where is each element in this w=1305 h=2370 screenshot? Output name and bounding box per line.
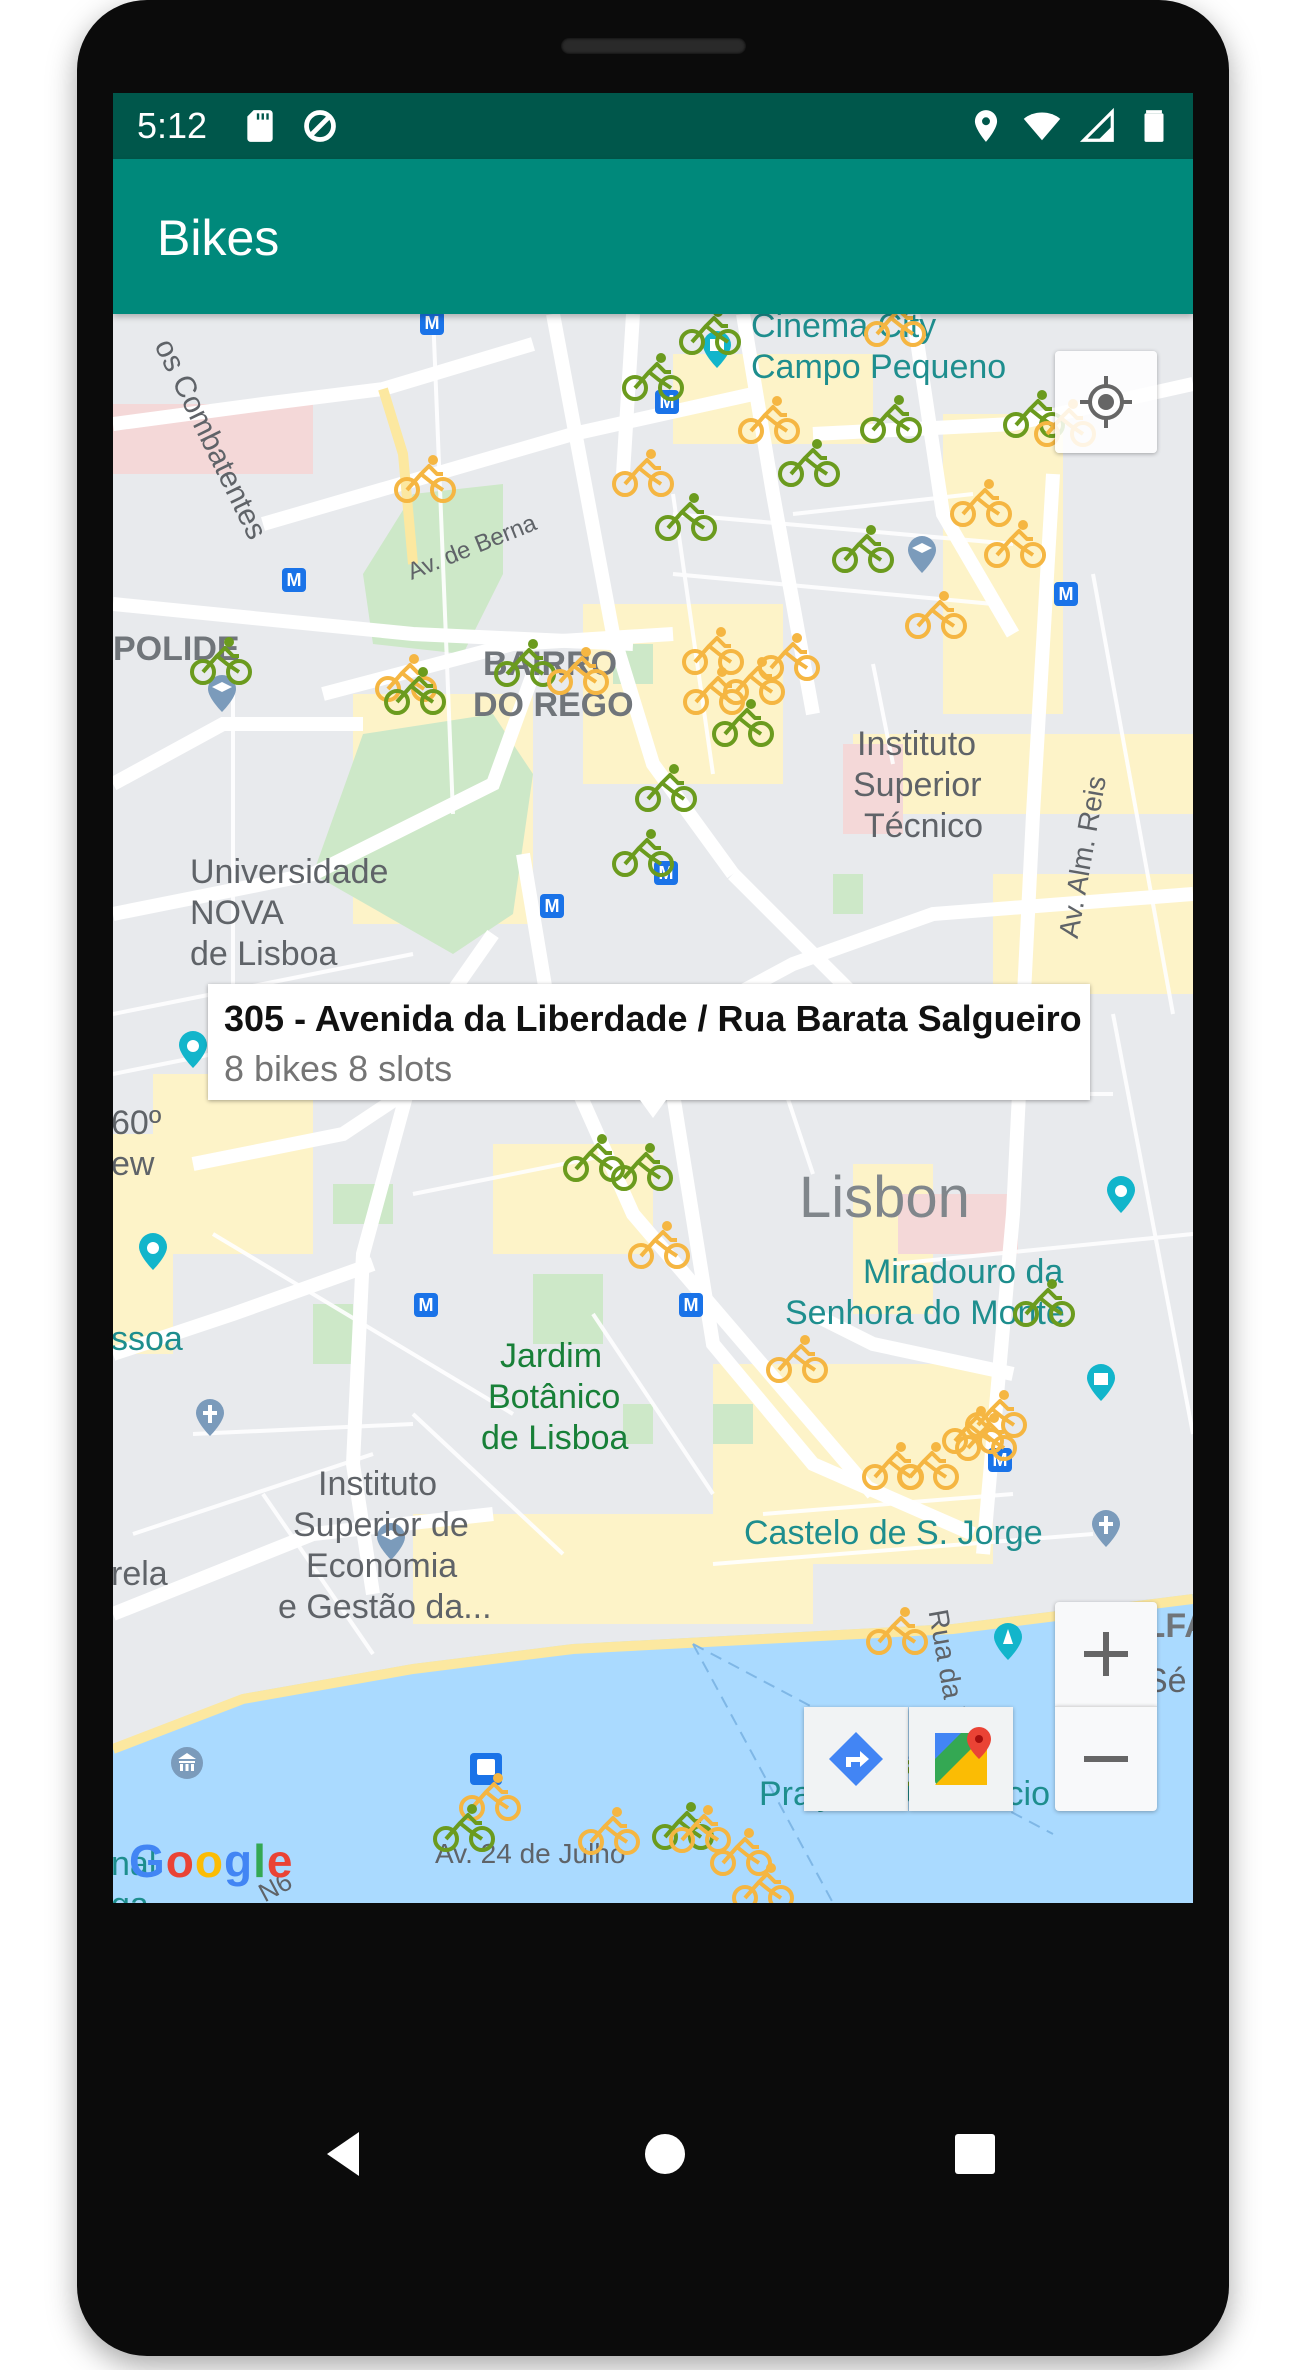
station-info-window[interactable]: 305 - Avenida da Liberdade / Rua Barata … xyxy=(208,984,1090,1100)
bike-station-marker[interactable] xyxy=(678,314,742,356)
camera-poi-icon xyxy=(179,1031,207,1068)
map-label-nova: Universidade xyxy=(190,853,389,891)
bike-station-marker[interactable] xyxy=(577,1804,641,1856)
map-label-iseg: Economia xyxy=(306,1547,458,1585)
bike-station-marker[interactable] xyxy=(393,452,457,504)
bike-station-marker[interactable] xyxy=(627,1218,691,1270)
phone-frame: 5:12 Bikes M M M M M M M M M os Combaten… xyxy=(77,0,1229,2356)
zoom-in-button[interactable] xyxy=(1055,1602,1157,1706)
battery-icon xyxy=(1144,110,1164,142)
map-label-campo: Campo Pequeno xyxy=(751,348,1007,386)
bike-station-marker[interactable] xyxy=(621,350,685,402)
map-label-partial: rela xyxy=(113,1555,168,1593)
bike-station-marker[interactable] xyxy=(831,522,895,574)
museum-poi-icon xyxy=(171,1747,203,1779)
back-icon[interactable] xyxy=(313,2124,373,2184)
bike-station-marker[interactable] xyxy=(859,392,923,444)
bike-station-marker[interactable] xyxy=(383,664,447,716)
bike-station-marker[interactable] xyxy=(546,644,610,696)
bike-station-marker[interactable] xyxy=(904,588,968,640)
my-location-button[interactable] xyxy=(1055,351,1157,453)
camera-poi-icon xyxy=(139,1233,167,1270)
monument-poi-icon xyxy=(994,1623,1022,1660)
app-title: Bikes xyxy=(157,210,280,266)
bike-station-marker[interactable] xyxy=(861,1439,925,1491)
bike-station-marker[interactable] xyxy=(765,1332,829,1384)
station-title: 305 - Avenida da Liberdade / Rua Barata … xyxy=(224,998,1082,1039)
map-label-jardim: Jardim xyxy=(500,1337,603,1375)
status-bar: 5:12 xyxy=(113,93,1193,159)
metro-icon: M xyxy=(679,1293,703,1317)
bike-station-marker[interactable] xyxy=(432,1801,496,1853)
church-poi-icon xyxy=(196,1399,224,1436)
navigation-bar xyxy=(113,2096,1193,2216)
map-view[interactable]: M M M M M M M M M M os Com xyxy=(113,314,1193,1903)
metro-icon: M xyxy=(420,314,444,335)
google-maps-icon xyxy=(935,1727,991,1785)
bike-station-marker[interactable] xyxy=(711,696,775,748)
map-label-iseg: e Gestão da... xyxy=(278,1588,492,1626)
map-label-iseg: Instituto xyxy=(318,1465,438,1503)
info-window-tail xyxy=(640,1100,666,1118)
directions-icon xyxy=(829,1732,883,1786)
map-label-city: Lisbon xyxy=(799,1165,970,1230)
camera-poi-icon xyxy=(1107,1176,1135,1213)
bike-station-marker[interactable] xyxy=(610,1140,674,1192)
google-logo: Google xyxy=(129,1835,294,1887)
church-poi-icon xyxy=(1092,1510,1120,1547)
map-label-nova: de Lisboa xyxy=(190,935,338,973)
map-label-ist: Instituto xyxy=(857,725,977,763)
location-icon xyxy=(974,110,998,142)
map-label-castelo: Castelo de S. Jorge xyxy=(744,1514,1043,1552)
bike-station-marker[interactable] xyxy=(983,517,1047,569)
map-label-nova: NOVA xyxy=(190,894,284,932)
speaker-grille xyxy=(561,38,746,54)
bike-station-marker[interactable] xyxy=(954,1410,1018,1462)
bike-station-marker[interactable] xyxy=(189,634,253,686)
station-snippet: 8 bikes 8 slots xyxy=(224,1048,453,1089)
map-label-jardim: de Lisboa xyxy=(481,1419,629,1457)
my-location-icon xyxy=(1080,376,1132,428)
app-bar: Bikes xyxy=(113,159,1193,314)
open-in-maps-button[interactable] xyxy=(909,1707,1013,1811)
zoom-out-button[interactable] xyxy=(1055,1706,1157,1811)
map-label-partial: 60º xyxy=(113,1104,162,1142)
signal-icon xyxy=(1079,107,1114,142)
bike-station-marker[interactable] xyxy=(865,1604,929,1656)
metro-icon: M xyxy=(1054,582,1078,606)
castle-poi-icon xyxy=(1087,1364,1115,1401)
university-poi-icon xyxy=(908,536,936,573)
metro-icon: M xyxy=(540,894,564,918)
bike-station-marker[interactable] xyxy=(634,761,698,813)
bike-station-marker[interactable] xyxy=(757,630,821,682)
map-label-partial: ssoa xyxy=(113,1320,183,1358)
bike-station-marker[interactable] xyxy=(777,436,841,488)
wifi-icon xyxy=(1023,112,1061,141)
directions-button[interactable] xyxy=(804,1707,908,1811)
bike-station-marker[interactable] xyxy=(863,314,927,348)
screen: 5:12 Bikes M M M M M M M M M os Combaten… xyxy=(113,93,1193,1903)
sd-card-icon xyxy=(247,110,273,142)
home-icon[interactable] xyxy=(635,2124,695,2184)
minus-icon xyxy=(1084,1756,1128,1762)
metro-icon: M xyxy=(282,568,306,592)
map-label-ist: Técnico xyxy=(864,807,984,845)
plus-icon xyxy=(1084,1632,1128,1676)
metro-icon: M xyxy=(414,1293,438,1317)
map-label-jardim: Botânico xyxy=(488,1378,621,1416)
bike-station-marker[interactable] xyxy=(611,826,675,878)
bike-station-marker[interactable] xyxy=(731,1860,795,1903)
map-label-ist: Superior xyxy=(853,766,982,804)
data-saver-icon xyxy=(304,110,336,142)
recent-apps-icon[interactable] xyxy=(945,2124,1005,2184)
bike-station-marker[interactable] xyxy=(654,490,718,542)
map-label-partial: ew xyxy=(113,1145,155,1183)
status-time: 5:12 xyxy=(137,105,208,146)
bike-station-marker[interactable] xyxy=(1012,1276,1076,1328)
map-label-iseg: Superior de xyxy=(293,1506,469,1544)
